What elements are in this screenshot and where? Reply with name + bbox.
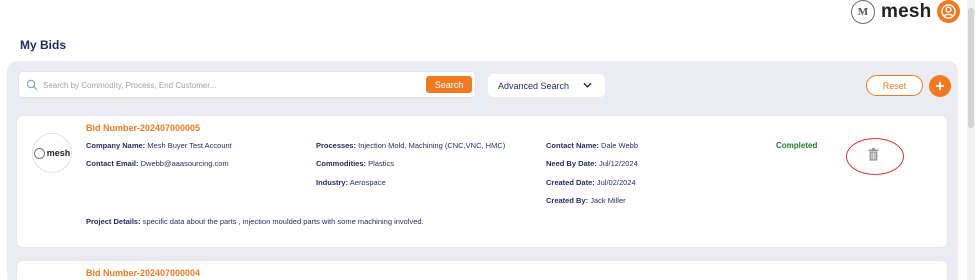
page-title: My Bids (20, 38, 67, 52)
project-details-label: Project Details: (86, 217, 141, 226)
scrollbar-thumb[interactable] (968, 8, 974, 128)
plus-icon (936, 82, 944, 90)
commodities-field: Commodities: Plastics (316, 159, 394, 168)
contact-email-value: Dwebb@aaasourcing.com (140, 159, 229, 168)
company-logo: mesh (32, 133, 72, 173)
advanced-search-dropdown[interactable]: Advanced Search (488, 74, 605, 97)
project-details-field: Project Details: specific data about the… (86, 217, 424, 226)
page-scrollbar[interactable] (967, 0, 975, 280)
search-button[interactable]: Search (426, 76, 472, 93)
created-date-field: Created Date: Jul/02/2024 (546, 178, 636, 187)
project-details-value: specific data about the parts , injectio… (142, 217, 424, 226)
company-name-label: Company Name: (86, 141, 146, 150)
industry-label: Industry: (316, 178, 349, 187)
created-by-value: Jack Miller (590, 196, 626, 205)
contact-name-value: Dale Webb (601, 141, 638, 150)
industry-field: Industry: Aerospace (316, 178, 386, 187)
mesh-logo-icon (33, 147, 45, 159)
user-avatar-icon[interactable] (937, 0, 960, 23)
processes-field: Processes: Injection Mold, Machining (CN… (316, 141, 505, 150)
commodities-label: Commodities: (316, 159, 367, 168)
created-by-label: Created By: (546, 196, 589, 205)
bid-number-link[interactable]: Bid Number-202407000005 (86, 123, 200, 133)
created-date-value: Jul/02/2024 (596, 178, 636, 187)
need-by-date-field: Need By Date: Jul/12/2024 (546, 159, 638, 168)
bid-card[interactable]: mesh Bid Number-202407000005 Company Nam… (17, 116, 947, 247)
brand-name: mesh (881, 1, 932, 22)
bid-number-link[interactable]: Bid Number-202407000004 (86, 268, 200, 278)
trash-icon[interactable] (868, 148, 879, 161)
created-date-label: Created Date: (546, 178, 595, 187)
created-by-field: Created By: Jack Miller (546, 196, 626, 205)
reset-button[interactable]: Reset (866, 75, 923, 96)
search-icon (26, 79, 38, 91)
status-badge: Completed (776, 141, 818, 150)
chevron-down-icon (583, 82, 592, 88)
company-name-value: Mesh Buyer Test Account (147, 141, 232, 150)
search-input[interactable] (43, 76, 418, 94)
company-name-field: Company Name: Mesh Buyer Test Account (86, 141, 232, 150)
contact-email-label: Contact Email: (86, 159, 139, 168)
processes-label: Processes: (316, 141, 357, 150)
company-logo-text: mesh (46, 148, 71, 158)
mesh-logo-icon: M (851, 0, 875, 24)
add-bid-button[interactable] (929, 75, 951, 97)
commodities-value: Plastics (368, 159, 394, 168)
industry-value: Aerospace (349, 178, 386, 187)
processes-value: Injection Mold, Machining (CNC,VNC, HMC) (358, 141, 506, 150)
contact-email-field: Contact Email: Dwebb@aaasourcing.com (86, 159, 229, 168)
contact-name-label: Contact Name: (546, 141, 599, 150)
bid-card[interactable]: Bid Number-202407000004 (17, 261, 947, 280)
need-by-date-label: Need By Date: (546, 159, 597, 168)
brand[interactable]: M mesh (851, 0, 931, 24)
search-box[interactable] (18, 71, 476, 98)
top-bar: M mesh (0, 0, 975, 30)
contact-name-field: Contact Name: Dale Webb (546, 141, 638, 150)
need-by-date-value: Jul/12/2024 (598, 159, 638, 168)
advanced-search-label: Advanced Search (498, 80, 570, 91)
